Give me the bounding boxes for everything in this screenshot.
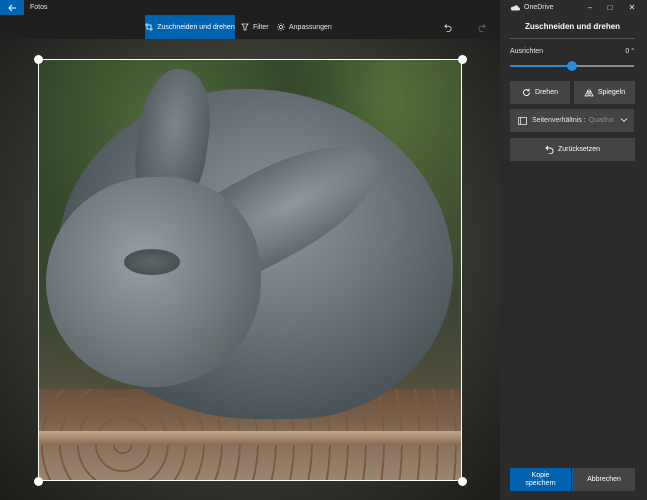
redo-button[interactable] [478, 15, 490, 39]
tab-crop-rotate[interactable]: Zuschneiden und drehen [145, 15, 235, 39]
slider-thumb[interactable] [567, 61, 577, 71]
photo [38, 59, 462, 481]
app-title: Fotos [30, 4, 48, 11]
reset-icon [545, 145, 554, 154]
maximize-button[interactable]: □ [600, 0, 620, 15]
reset-label: Zurücksetzen [557, 146, 601, 153]
undo-icon [444, 23, 452, 32]
straighten-value: 0 ° [625, 48, 634, 55]
rotate-button[interactable]: Drehen [510, 81, 570, 104]
aspect-ratio-icon [518, 116, 527, 125]
tab-adjust-label: Anpassungen [289, 23, 332, 31]
maximize-icon: □ [607, 3, 613, 12]
save-copy-line2: speichern [525, 479, 556, 487]
back-button[interactable] [0, 0, 24, 15]
panel-heading: Zuschneiden und drehen [524, 22, 621, 31]
tab-filter-label: Filter [253, 23, 269, 31]
slider-fill [510, 65, 572, 67]
close-icon: ✕ [628, 3, 636, 12]
filter-icon [241, 23, 249, 31]
back-arrow-icon [7, 4, 16, 11]
aspect-ratio-select[interactable]: Seitenverhältnis : Quadrat [510, 109, 634, 132]
save-copy-line1: Kopie [531, 471, 550, 479]
rabbit-head [46, 177, 261, 387]
crop-handle-top-left[interactable] [34, 55, 43, 64]
straighten-label: Ausrichten [510, 48, 544, 55]
minimize-button[interactable]: – [580, 0, 600, 15]
onedrive-icon [510, 5, 520, 11]
flip-icon [584, 88, 594, 97]
close-button[interactable]: ✕ [622, 0, 642, 15]
minimize-icon: – [587, 3, 593, 12]
aspect-ratio-label: Seitenverhältnis : [532, 117, 586, 124]
trivet-rim [38, 431, 462, 445]
chevron-down-icon [620, 118, 628, 123]
crop-handle-bottom-left[interactable] [34, 477, 43, 486]
reset-button[interactable]: Zurücksetzen [510, 138, 635, 161]
window-title: OneDrive [524, 4, 554, 11]
tab-crop-rotate-label: Zuschneiden und drehen [157, 23, 235, 31]
tab-filter[interactable]: Filter [241, 15, 269, 39]
crop-panel: OneDrive – □ ✕ Zuschneiden und drehen Au… [500, 0, 647, 500]
editor-toolbar: Zuschneiden und drehen Filter Anpassunge… [0, 15, 500, 39]
straighten-slider[interactable] [510, 61, 634, 71]
rotate-icon [523, 88, 530, 96]
photo-canvas[interactable] [0, 39, 500, 500]
save-copy-label: Kopie speichern [525, 472, 555, 488]
tab-adjust[interactable]: Anpassungen [277, 15, 332, 39]
undo-button[interactable] [444, 15, 456, 39]
sun-icon [277, 23, 285, 31]
divider [510, 38, 635, 39]
crop-handle-top-right[interactable] [458, 55, 467, 64]
crop-icon [145, 23, 154, 31]
flip-button[interactable]: Spiegeln [574, 81, 635, 104]
crop-handle-bottom-right[interactable] [458, 477, 467, 486]
save-copy-button[interactable]: Kopie speichern [510, 468, 571, 491]
rabbit-eye [124, 249, 180, 275]
redo-icon [478, 23, 486, 32]
app-titlebar: Fotos [0, 0, 500, 15]
aspect-ratio-value: Quadrat [588, 117, 614, 124]
rotate-label: Drehen [535, 89, 558, 96]
flip-label: Spiegeln [597, 89, 626, 96]
cancel-button[interactable]: Abbrechen [573, 468, 635, 491]
